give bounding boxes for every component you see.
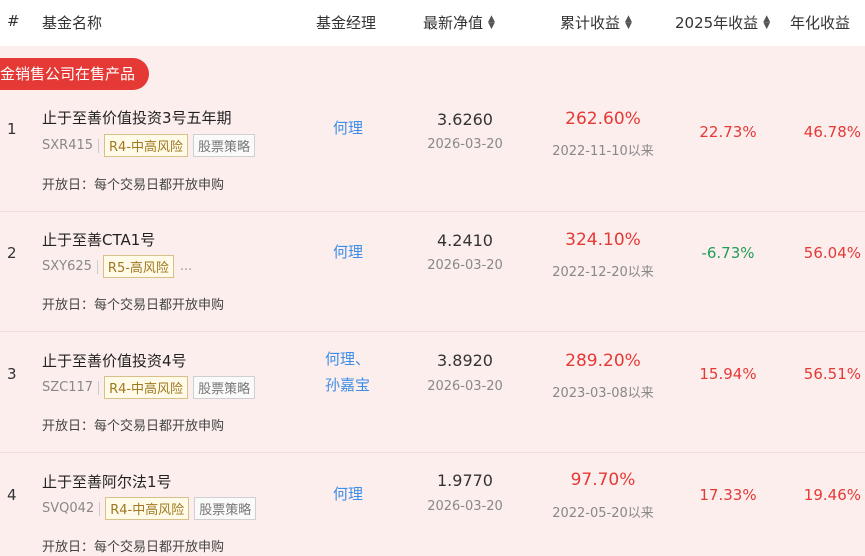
fund-row[interactable]: 3 止于至善价值投资4号 SZC117 R4-中高风险 股票策略 开放日：每个交… — [0, 333, 865, 453]
since-date: 2023-03-08以来 — [552, 386, 654, 401]
header-fund-name: 基金名称 — [42, 14, 103, 32]
fund-name-link[interactable]: 止于至善价值投资3号五年期 — [42, 107, 232, 128]
fund-meta: SVQ042 R4-中高风险 股票策略 — [42, 497, 257, 520]
header-ytd-sort[interactable]: 2025年收益 ▲ ▼ — [675, 12, 770, 33]
row-index: 3 — [7, 365, 17, 383]
manager-link[interactable]: 何理 — [333, 239, 363, 265]
row-index: 1 — [7, 120, 17, 138]
divider — [99, 501, 101, 516]
since-date: 2022-05-20以来 — [552, 506, 654, 521]
nav-date: 2026-03-20 — [427, 137, 503, 152]
manager-link[interactable]: 何理 — [333, 115, 363, 141]
header-nav-label: 最新净值 — [423, 14, 484, 32]
fund-row[interactable]: 2 止于至善CTA1号 SXY625 R5-高风险 ... 开放日：每个交易日都… — [0, 212, 865, 332]
header-annualized: 年化收益 — [790, 14, 851, 32]
open-day-text: 开放日：每个交易日都开放申购 — [42, 540, 225, 555]
annualized-return: 46.78% — [803, 123, 861, 141]
ytd-return: 17.33% — [699, 486, 757, 504]
nav-value: 4.2410 — [437, 231, 493, 250]
cumulative-return: 289.20% — [565, 351, 641, 371]
nav-value: 3.6260 — [437, 110, 493, 129]
ytd-return: 22.73% — [699, 123, 757, 141]
sort-icon[interactable]: ▲ ▼ — [763, 14, 770, 30]
section-tag: 金销售公司在售产品 — [0, 58, 150, 90]
fund-meta: SXY625 R5-高风险 ... — [42, 255, 192, 278]
fund-row[interactable]: 4 止于至善阿尔法1号 SVQ042 R4-中高风险 股票策略 开放日：每个交易… — [0, 453, 865, 556]
open-day-text: 开放日：每个交易日都开放申购 — [42, 298, 225, 313]
sort-icon[interactable]: ▲ ▼ — [488, 14, 495, 30]
fund-row[interactable]: 1 止于至善价值投资3号五年期 SXR415 R4-中高风险 股票策略 开放日：… — [0, 92, 865, 212]
header-index: # — [7, 12, 20, 30]
nav-date: 2026-03-20 — [427, 499, 503, 514]
nav-date: 2026-03-20 — [427, 379, 503, 394]
open-day-text: 开放日：每个交易日都开放申购 — [42, 178, 225, 193]
divider — [98, 138, 100, 153]
divider — [96, 259, 98, 274]
header-cumulative-sort[interactable]: 累计收益 ▲ ▼ — [560, 12, 632, 33]
ytd-return: -6.73% — [701, 244, 755, 262]
risk-badge: R5-高风险 — [102, 255, 174, 278]
more-tags-ellipsis[interactable]: ... — [180, 259, 192, 274]
header-manager: 基金经理 — [316, 14, 377, 32]
header-ytd-label: 2025年收益 — [675, 14, 759, 32]
annualized-return: 56.51% — [803, 365, 861, 383]
row-index: 2 — [7, 244, 17, 262]
strategy-badge: 股票策略 — [194, 497, 257, 520]
fund-name-link[interactable]: 止于至善CTA1号 — [42, 229, 155, 250]
fund-code: SXR415 — [42, 138, 94, 153]
nav-date: 2026-03-20 — [427, 258, 503, 273]
risk-badge: R4-中高风险 — [105, 497, 190, 520]
nav-value: 3.8920 — [437, 351, 493, 370]
nav-value: 1.9770 — [437, 471, 493, 490]
since-date: 2022-12-20以来 — [552, 265, 654, 280]
manager-link[interactable]: 何理 — [333, 481, 363, 507]
since-date: 2022-11-10以来 — [552, 144, 654, 159]
ytd-return: 15.94% — [699, 365, 757, 383]
table-header: # 基金名称 基金经理 最新净值 ▲ ▼ 累计收益 ▲ ▼ 2025年收益 ▲ ▼ 年… — [0, 0, 865, 46]
annualized-return: 19.46% — [803, 486, 861, 504]
fund-name-link[interactable]: 止于至善价值投资4号 — [42, 350, 187, 371]
strategy-badge: 股票策略 — [193, 134, 256, 157]
divider — [98, 380, 100, 395]
fund-list: 金销售公司在售产品 1 止于至善价值投资3号五年期 SXR415 R4-中高风险… — [0, 46, 865, 556]
cumulative-return: 262.60% — [565, 109, 641, 129]
risk-badge: R4-中高风险 — [104, 134, 189, 157]
cumulative-return: 97.70% — [570, 470, 636, 490]
row-index: 4 — [7, 486, 17, 504]
risk-badge: R4-中高风险 — [104, 376, 189, 399]
cumulative-return: 324.10% — [565, 230, 641, 250]
fund-code: SXY625 — [42, 259, 92, 274]
header-cumulative-label: 累计收益 — [560, 14, 621, 32]
header-nav-sort[interactable]: 最新净值 ▲ ▼ — [423, 12, 495, 33]
annualized-return: 56.04% — [803, 244, 861, 262]
manager-link[interactable]: 何理、 孙嘉宝 — [325, 346, 370, 398]
fund-meta: SXR415 R4-中高风险 股票策略 — [42, 134, 256, 157]
fund-meta: SZC117 R4-中高风险 股票策略 — [42, 376, 256, 399]
fund-code: SZC117 — [42, 380, 94, 395]
open-day-text: 开放日：每个交易日都开放申购 — [42, 419, 225, 434]
fund-code: SVQ042 — [42, 501, 95, 516]
fund-name-link[interactable]: 止于至善阿尔法1号 — [42, 471, 172, 492]
sort-icon[interactable]: ▲ ▼ — [625, 14, 632, 30]
strategy-badge: 股票策略 — [193, 376, 256, 399]
